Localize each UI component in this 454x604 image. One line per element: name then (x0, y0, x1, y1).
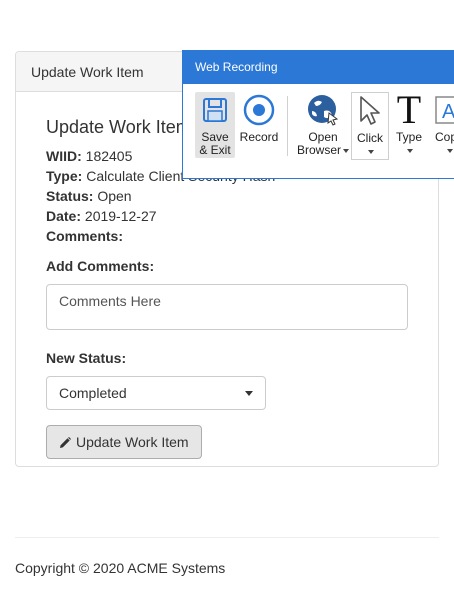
field-value: Open (97, 188, 132, 204)
save-label-2: & Exit (199, 143, 231, 157)
field-label: Status: (46, 188, 94, 204)
toolbar-separator (287, 96, 288, 156)
field-label: Type: (46, 168, 83, 184)
click-button[interactable]: Click (351, 92, 389, 160)
record-button[interactable]: Record (238, 92, 280, 144)
open-browser-label-2: Browser (297, 144, 349, 157)
new-status-label: New Status: (46, 350, 127, 366)
field-value: 182405 (85, 148, 133, 164)
field-date: Date: 2019-12-27 (46, 206, 416, 226)
copy-label: Copy (434, 130, 454, 144)
globe-icon (305, 92, 341, 128)
footer-divider (15, 537, 439, 538)
field-value: 2019-12-27 (84, 208, 157, 224)
open-browser-button[interactable]: Open Browser (295, 92, 351, 157)
field-label: WIID: (46, 148, 82, 164)
type-label: Type (395, 130, 422, 144)
field-label: Date: (46, 208, 82, 224)
type-button[interactable]: T Type (391, 87, 427, 153)
save-exit-button[interactable]: Save & Exit (195, 92, 235, 158)
chevron-down-icon (368, 150, 374, 154)
copy-button[interactable]: A Copy (429, 92, 454, 153)
add-comments-label: Add Comments: (46, 258, 155, 274)
status-select[interactable]: Completed (46, 376, 266, 410)
pencil-icon (59, 436, 71, 448)
field-label: Comments: (46, 228, 124, 244)
chevron-down-icon (245, 391, 253, 396)
record-icon (241, 92, 277, 128)
cursor-icon (352, 93, 388, 129)
update-work-item-button[interactable]: Update Work Item (46, 425, 202, 459)
chevron-down-icon (447, 149, 453, 153)
copy-text-icon: A (431, 92, 454, 128)
status-select-value: Completed (59, 385, 127, 401)
copyright-text: Copyright © 2020 ACME Systems (15, 560, 226, 576)
recorder-toolbar: Save & Exit Record Open Browser Click T … (183, 84, 454, 178)
record-label: Record (239, 130, 279, 144)
recorder-title: Web Recording (183, 51, 454, 84)
text-t-icon: T (396, 87, 422, 132)
click-label: Click (357, 131, 383, 145)
field-status: Status: Open (46, 186, 416, 206)
field-comments: Comments: (46, 226, 416, 246)
comments-input[interactable]: Comments Here (46, 284, 408, 330)
floppy-disk-icon (197, 92, 233, 128)
svg-text:A: A (442, 101, 454, 123)
chevron-down-icon (407, 149, 413, 153)
update-button-label: Update Work Item (76, 434, 189, 450)
web-recording-window: Web Recording Save & Exit Record Open Br… (182, 50, 454, 179)
